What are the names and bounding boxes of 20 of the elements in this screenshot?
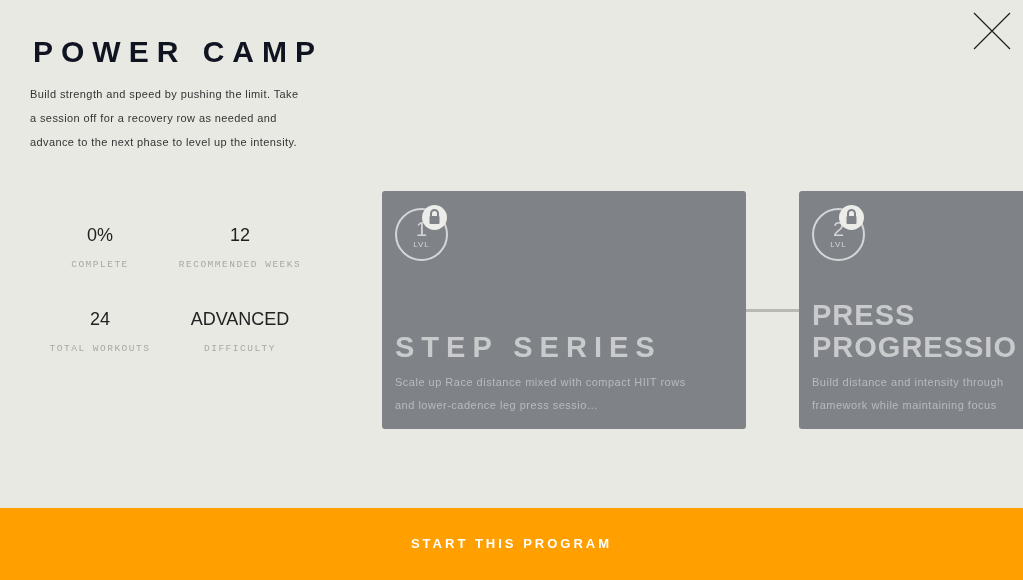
program-description: Build strength and speed by pushing the limit. Take a session off for a recovery row as needed and advance to the next phase to level up the intensity. <box>30 87 300 150</box>
level-number: 1 <box>415 218 428 239</box>
connector-line <box>746 308 799 312</box>
stat-value: 12 <box>230 224 250 246</box>
level-label: LVL <box>830 238 847 251</box>
stat-label: DIFFICULTY <box>204 342 276 357</box>
close-icon <box>973 12 1011 50</box>
stat-label: COMPLETE <box>71 258 129 272</box>
close-button[interactable] <box>973 12 1011 50</box>
level-label: LVL <box>413 238 430 251</box>
stat-label: TOTAL WORKOUTS <box>49 342 151 357</box>
stat-value: 24 <box>90 308 110 331</box>
stat-label: RECOMMENDED WEEKS <box>178 258 302 272</box>
stat-value: 0% <box>87 224 113 246</box>
stat-value: ADVANCED <box>190 308 290 331</box>
level-title: STEP SERIES <box>395 331 663 363</box>
program-title: POWER CAMP <box>33 34 324 70</box>
level-title: PRESS PROGRESSIO <box>812 299 1018 363</box>
start-program-button[interactable]: START THIS PROGRAM <box>0 508 1023 580</box>
level-number: 2 <box>832 218 845 239</box>
